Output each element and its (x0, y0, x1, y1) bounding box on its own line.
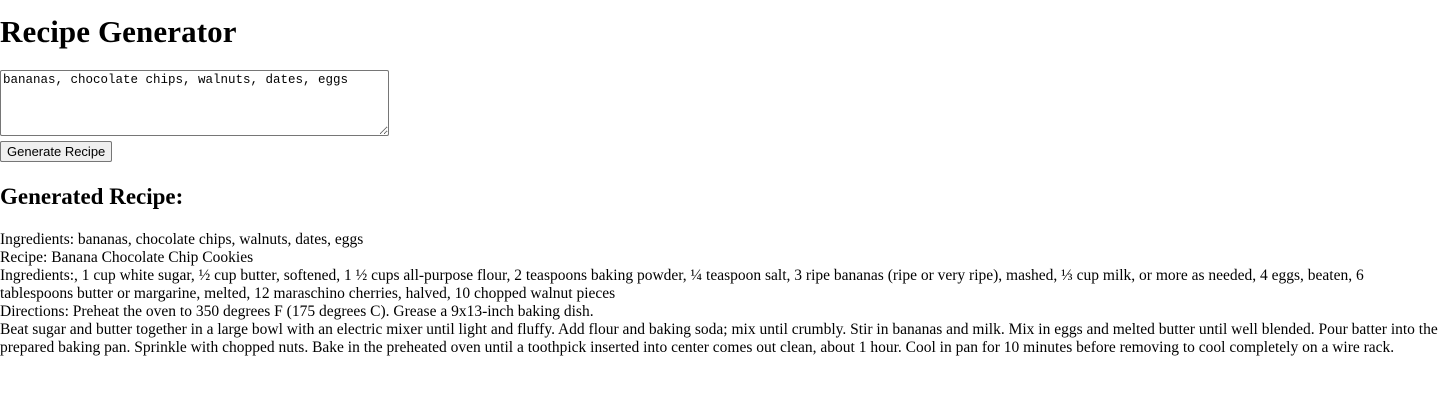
input-ingredients-text: Ingredients: bananas, chocolate chips, w… (0, 231, 364, 248)
ingredients-input[interactable]: bananas, chocolate chips, walnuts, dates… (0, 70, 389, 136)
generated-recipe-heading: Generated Recipe: (0, 184, 184, 209)
generated-recipe-output: Ingredients: bananas, chocolate chips, w… (0, 231, 1440, 357)
steps-text: Beat sugar and butter together in a larg… (0, 321, 1438, 356)
page-title: Recipe Generator (0, 14, 237, 49)
recipe-generator-page: Recipe Generator bananas, chocolate chip… (0, 14, 1441, 357)
directions-text: Directions: Preheat the oven to 350 degr… (0, 303, 594, 320)
recipe-name-text: Recipe: Banana Chocolate Chip Cookies (0, 249, 254, 266)
full-ingredients-text: Ingredients:, 1 cup white sugar, ½ cup b… (0, 267, 1364, 302)
generate-recipe-button[interactable]: Generate Recipe (0, 141, 113, 162)
